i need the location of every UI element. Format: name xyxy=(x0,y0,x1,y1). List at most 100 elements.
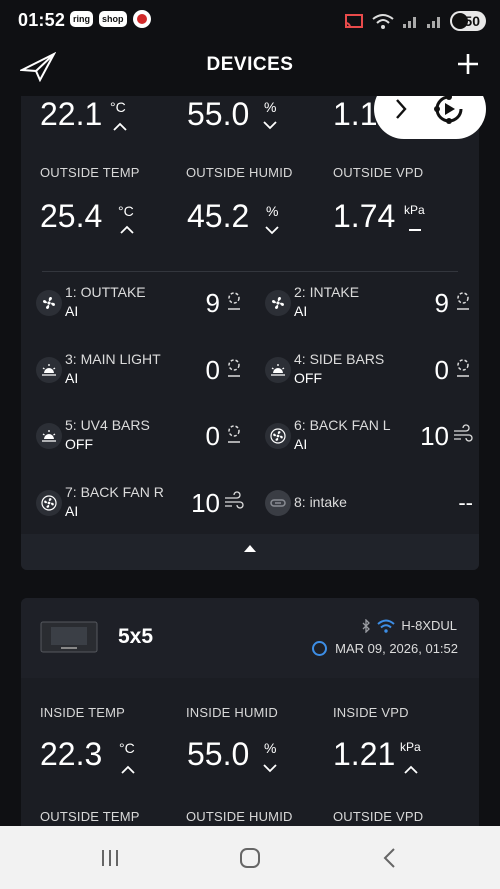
port-3[interactable]: 3: MAIN LIGHT AI 0 xyxy=(36,351,250,401)
port-5[interactable]: 5: UV4 BARS OFF 0 xyxy=(36,417,250,467)
trend-up-icon xyxy=(120,225,134,234)
port-mode: AI xyxy=(294,303,308,319)
port-level: 0 xyxy=(205,355,220,385)
inside-temp-label: INSIDE TEMP xyxy=(40,705,126,720)
auto-mode-icon xyxy=(457,292,469,310)
port-mode: AI xyxy=(65,370,79,386)
outside-vpd-value: 1.74 xyxy=(333,198,396,234)
port-level: -- xyxy=(458,490,473,515)
port-level: 9 xyxy=(434,288,449,318)
port-mode: AI xyxy=(294,436,308,452)
port-name: 7: BACK FAN R xyxy=(65,484,164,500)
port-4[interactable]: 4: SIDE BARS OFF 0 xyxy=(265,351,479,401)
add-device-button[interactable] xyxy=(454,50,482,78)
device-list[interactable]: 22.1 °C 55.0 % 1.19 OUTSIDE TEMP 25.4 °C… xyxy=(0,96,500,826)
timestamp-text: MAR 09, 2026, 01:52 xyxy=(335,641,458,656)
outside-humid-unit: % xyxy=(266,203,279,219)
port-level: 10 xyxy=(191,488,220,518)
outside-vpd-label: OUTSIDE VPD xyxy=(333,809,424,824)
status-bar: 01:52 ring shop 50 xyxy=(0,0,500,42)
outside-humid-label: OUTSIDE HUMID xyxy=(186,809,293,824)
outside-vpd-label: OUTSIDE VPD xyxy=(333,165,424,180)
wifi-icon xyxy=(372,14,394,29)
grow-light-icon xyxy=(36,357,62,383)
wifi-icon xyxy=(377,619,396,633)
port-level: 9 xyxy=(205,288,220,318)
outside-temp-unit: °C xyxy=(118,203,134,219)
grow-light-icon xyxy=(265,357,291,383)
inside-humid-unit: % xyxy=(264,99,277,115)
inside-temp-unit: °C xyxy=(119,740,135,756)
recent-apps-icon[interactable] xyxy=(98,846,122,870)
divider xyxy=(42,271,458,272)
outside-humid-value: 45.2 xyxy=(187,198,250,234)
port-2[interactable]: 2: INTAKE AI 9 xyxy=(265,284,479,334)
device-timestamp: MAR 09, 2026, 01:52 xyxy=(312,641,458,656)
replay-icon[interactable] xyxy=(430,96,468,128)
wind-icon xyxy=(454,424,473,442)
outside-temp-value: 25.4 xyxy=(40,198,103,234)
trend-down-icon xyxy=(263,121,277,130)
auto-mode-icon xyxy=(228,425,240,443)
port-name: 6: BACK FAN L xyxy=(294,417,391,433)
fan-icon xyxy=(36,290,62,316)
wind-icon xyxy=(225,491,244,509)
device-name: 5x5 xyxy=(118,625,154,648)
device-card[interactable]: 22.1 °C 55.0 % 1.19 OUTSIDE TEMP 25.4 °C… xyxy=(21,96,479,570)
port-name: 3: MAIN LIGHT xyxy=(65,351,161,367)
page-title: DEVICES xyxy=(206,54,294,75)
home-icon[interactable] xyxy=(238,846,262,870)
notification-icons: ring shop xyxy=(70,10,151,28)
chevron-right-icon[interactable] xyxy=(394,98,408,120)
inside-temp-unit: °C xyxy=(110,99,126,115)
battery-indicator: 50 xyxy=(450,11,486,31)
inside-humid-value: 55.0 xyxy=(187,736,250,772)
trend-up-icon xyxy=(113,122,127,131)
system-navigation-bar xyxy=(0,826,500,889)
trend-flat-icon xyxy=(409,229,421,231)
bluetooth-icon xyxy=(362,618,371,633)
cast-icon xyxy=(345,14,363,28)
port-7[interactable]: 7: BACK FAN R AI 10 xyxy=(36,484,250,534)
fan-icon xyxy=(36,490,62,516)
device-card-header[interactable]: 5x5 H-8XDUL MAR 09, 2026, 01:52 xyxy=(21,598,479,678)
inside-vpd-value: 1.21 xyxy=(333,736,396,772)
app-header: DEVICES xyxy=(0,42,500,96)
port-name: 1: OUTTAKE xyxy=(65,284,146,300)
inside-humid-value: 55.0 xyxy=(187,96,250,132)
ring-app-icon: ring xyxy=(70,11,93,27)
status-ring-icon xyxy=(312,641,328,656)
floating-controls[interactable] xyxy=(374,96,486,139)
fan-icon xyxy=(265,290,291,316)
port-name: 8: intake xyxy=(294,494,347,510)
trend-down-icon xyxy=(263,764,277,773)
trend-up-icon xyxy=(404,765,418,774)
inside-humid-unit: % xyxy=(264,740,277,756)
plug-icon xyxy=(265,490,291,516)
port-8[interactable]: 8: intake -- xyxy=(265,484,479,534)
device-card[interactable]: 5x5 H-8XDUL MAR 09, 2026, 01:52 INSIDE T… xyxy=(21,598,479,826)
auto-mode-icon xyxy=(228,359,240,377)
inside-temp-value: 22.1 xyxy=(40,96,103,132)
shop-app-icon: shop xyxy=(99,11,127,27)
port-name: 4: SIDE BARS xyxy=(294,351,385,367)
outside-humid-label: OUTSIDE HUMID xyxy=(186,165,293,180)
outside-temp-label: OUTSIDE TEMP xyxy=(40,809,140,824)
trend-up-icon xyxy=(121,765,135,774)
signal-icon-2 xyxy=(427,17,440,28)
device-connection: H-8XDUL xyxy=(361,618,457,633)
back-icon[interactable] xyxy=(378,846,402,870)
device-id: H-8XDUL xyxy=(401,618,457,633)
chevron-up-icon xyxy=(244,545,256,552)
port-name: 2: INTAKE xyxy=(294,284,360,300)
port-level: 10 xyxy=(420,421,449,451)
trend-down-icon xyxy=(265,226,279,235)
system-icons: 50 xyxy=(344,11,486,31)
collapse-button[interactable] xyxy=(21,534,479,570)
status-time: 01:52 xyxy=(18,10,66,30)
port-level: 0 xyxy=(205,421,220,451)
port-mode: OFF xyxy=(65,436,93,452)
inside-temp-value: 22.3 xyxy=(40,736,103,772)
port-1[interactable]: 1: OUTTAKE AI 9 xyxy=(36,284,250,334)
port-6[interactable]: 6: BACK FAN L AI 10 xyxy=(265,417,479,467)
